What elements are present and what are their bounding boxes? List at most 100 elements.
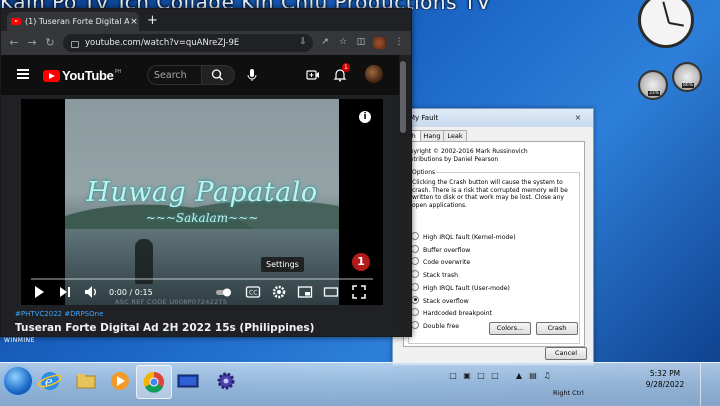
crash-option-label: Code overwrite xyxy=(423,259,471,267)
chrome-taskbar-button[interactable] xyxy=(136,365,172,399)
host-key-label: Right Ctrl xyxy=(553,389,584,397)
cpu-meter-gadget[interactable]: 33% xyxy=(638,70,668,100)
taskbar: e □ ▣ □ □ ▲ ▤ ♫ 5:32 PM 9/28/2022 Right … xyxy=(0,362,720,406)
cancel-button[interactable]: Cancel xyxy=(545,347,587,360)
lock-icon xyxy=(71,40,79,48)
browser-tab[interactable]: (1) Tuseran Forte Digital Ad 2H 2 × xyxy=(7,12,139,31)
cpu-meter-value: 33% xyxy=(648,91,661,96)
tray-icon-4[interactable]: □ xyxy=(490,371,500,381)
crash-option[interactable]: Code overwrite xyxy=(411,256,470,266)
memory-meter-value: 86% xyxy=(682,83,695,88)
share-icon[interactable]: ↗ xyxy=(319,37,331,49)
clock-gadget[interactable] xyxy=(638,0,694,48)
tray-icon-1[interactable]: □ xyxy=(448,371,458,381)
crash-option-label: Stack trash xyxy=(423,272,459,280)
start-button[interactable] xyxy=(4,367,32,395)
tray-icon-2[interactable]: ▣ xyxy=(462,371,472,381)
crash-option[interactable]: High IRQL fault (User-mode) xyxy=(411,282,510,292)
info-icon[interactable]: i xyxy=(359,111,371,123)
crash-button[interactable]: Crash xyxy=(536,322,578,335)
memory-meter-gadget[interactable]: 86% xyxy=(672,62,702,92)
youtube-play-icon xyxy=(43,69,60,82)
forward-arrow-icon[interactable]: → xyxy=(25,36,39,49)
menu-dots-icon[interactable]: ⋮ xyxy=(393,37,405,49)
video-title: Tuseran Forte Digital Ad 2H 2022 15s (Ph… xyxy=(15,322,315,334)
tab-strip: (1) Tuseran Forte Digital Ad 2H 2 × + xyxy=(1,9,411,31)
install-icon[interactable]: ⇩ xyxy=(297,37,309,49)
settings-gear-icon[interactable] xyxy=(271,284,287,300)
file-explorer-icon[interactable] xyxy=(72,367,100,395)
url-text: youtube.com/watch?v=quANreZJ-9E xyxy=(85,38,240,48)
side-panel-icon[interactable]: ◫ xyxy=(355,37,367,49)
play-icon[interactable] xyxy=(31,284,47,300)
avatar[interactable] xyxy=(365,65,383,83)
youtube-logo[interactable]: YouTube PH xyxy=(43,68,121,83)
crash-option[interactable]: Stack overflow xyxy=(411,295,469,305)
clock-hour-hand xyxy=(662,1,670,24)
youtube-logo-text: YouTube xyxy=(62,68,114,83)
extension-icon[interactable] xyxy=(373,37,385,49)
clock-date[interactable]: 9/28/2022 xyxy=(640,380,690,389)
notmyfault-window: My Fault × sh Hang Leak opyright © 2002-… xyxy=(392,108,594,366)
video-hashtags[interactable]: #PHTVC2022 #DRPSOne xyxy=(15,310,103,318)
crash-option[interactable]: Double free xyxy=(411,320,459,330)
scrollbar-thumb[interactable] xyxy=(400,61,406,133)
browser-toolbar: ← → ↻ youtube.com/watch?v=quANreZJ-9E ⇩ … xyxy=(1,31,411,55)
crash-option-label: Buffer overflow xyxy=(423,246,471,254)
internet-explorer-icon[interactable]: e xyxy=(36,367,64,395)
tab-title: (1) Tuseran Forte Digital Ad 2H 2 xyxy=(25,17,129,26)
reload-icon[interactable]: ↻ xyxy=(43,36,57,49)
crash-option[interactable]: Stack trash xyxy=(411,269,458,279)
theater-mode-icon[interactable] xyxy=(323,284,339,300)
close-icon[interactable]: × xyxy=(571,113,585,122)
crash-option[interactable]: Buffer overflow xyxy=(411,244,470,254)
radio-button[interactable] xyxy=(411,308,419,317)
show-hidden-icons[interactable]: ▲ xyxy=(514,371,524,381)
youtube-favicon-icon xyxy=(11,18,21,25)
crash-option[interactable]: Hardcoded breakpoint xyxy=(411,307,492,317)
radio-button[interactable] xyxy=(411,282,419,291)
show-desktop-button[interactable] xyxy=(700,363,720,406)
network-icon[interactable]: ▤ xyxy=(528,371,538,381)
create-video-icon[interactable] xyxy=(306,68,320,82)
options-group: Options Clicking the Crash button will c… xyxy=(408,169,580,344)
back-arrow-icon[interactable]: ← xyxy=(7,36,21,49)
miniplayer-icon[interactable] xyxy=(297,284,313,300)
close-tab-icon[interactable]: × xyxy=(129,17,139,27)
next-icon[interactable] xyxy=(57,284,73,300)
search-input[interactable]: Search xyxy=(147,65,201,85)
clock-time[interactable]: 5:32 PM xyxy=(640,369,690,378)
tray-icon-3[interactable]: □ xyxy=(476,371,486,381)
colors-button[interactable]: Colors... xyxy=(489,322,531,335)
radio-button[interactable] xyxy=(411,244,419,253)
volume-icon[interactable] xyxy=(83,284,99,300)
radio-button[interactable] xyxy=(411,257,419,266)
settings-app-icon[interactable] xyxy=(212,367,240,395)
hamburger-menu-icon[interactable] xyxy=(17,69,29,79)
video-progress-bar[interactable] xyxy=(31,278,373,280)
settings-tooltip: Settings xyxy=(261,257,304,272)
radio-button[interactable] xyxy=(411,270,419,279)
browser-window: (1) Tuseran Forte Digital Ad 2H 2 × + ← … xyxy=(0,8,412,337)
radio-button[interactable] xyxy=(411,320,419,329)
radio-button[interactable] xyxy=(411,232,419,240)
copyright-text: opyright © 2002-2016 Mark Russinovich xyxy=(406,148,528,155)
autoplay-toggle[interactable] xyxy=(215,284,233,300)
crash-option-label: Stack overflow xyxy=(423,297,469,305)
radio-button[interactable] xyxy=(411,295,419,304)
fullscreen-icon[interactable] xyxy=(351,284,367,300)
subtitles-icon[interactable]: CC xyxy=(245,284,261,300)
microphone-icon[interactable] xyxy=(245,68,259,82)
notmyfault-titlebar[interactable]: My Fault × xyxy=(393,109,593,127)
media-player-icon[interactable] xyxy=(106,367,134,395)
new-tab-button[interactable]: + xyxy=(147,13,158,28)
volume-tray-icon[interactable]: ♫ xyxy=(542,371,552,381)
video-player[interactable]: Huwag Papatalo ~~~Sakalam~~~ i 1 Setting… xyxy=(21,99,383,306)
virtual-machine-icon[interactable] xyxy=(174,367,202,395)
crash-option[interactable]: High IRQL fault (Kernel-mode) xyxy=(411,231,516,241)
bookmark-star-icon[interactable]: ☆ xyxy=(337,37,349,49)
address-bar[interactable]: youtube.com/watch?v=quANreZJ-9E xyxy=(63,34,313,52)
crash-option-label: Hardcoded breakpoint xyxy=(423,310,492,318)
search-button[interactable] xyxy=(201,65,235,85)
video-overlay-title: Huwag Papatalo xyxy=(86,177,318,208)
